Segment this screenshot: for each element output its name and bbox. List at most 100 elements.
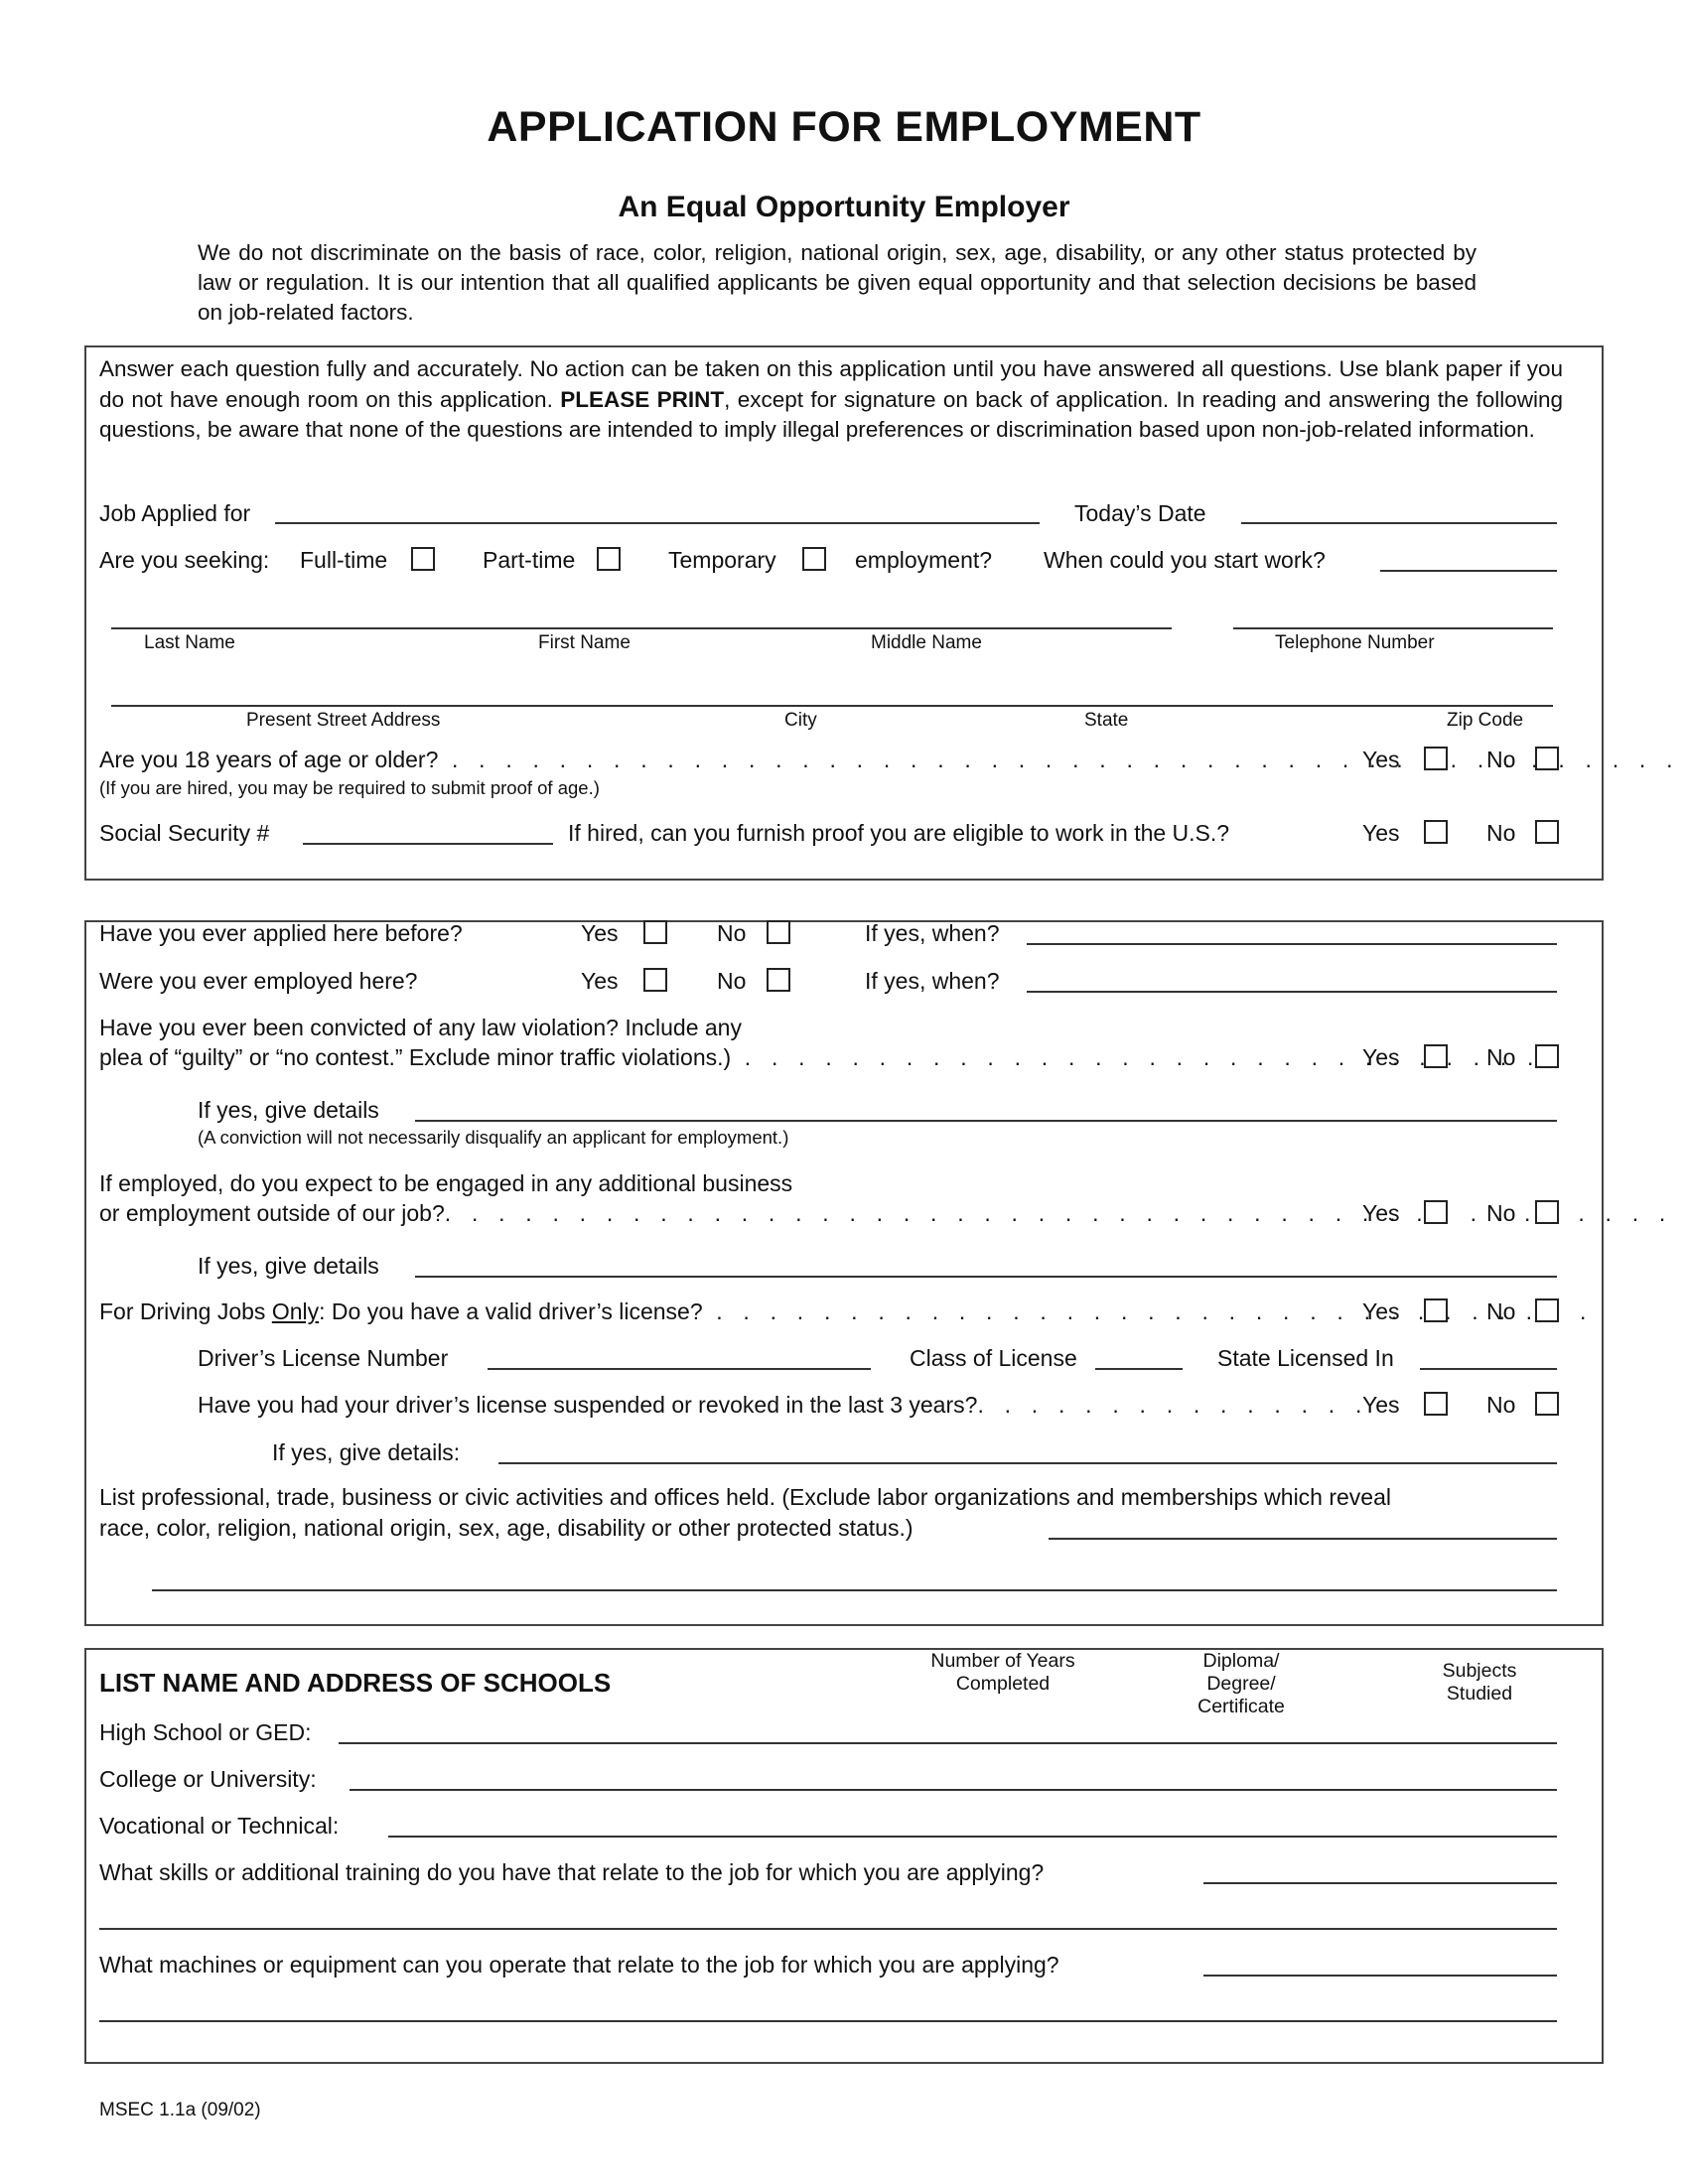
job-applied-label: Job Applied for bbox=[99, 500, 251, 526]
conviction-note: (A conviction will not necessarily disqu… bbox=[198, 1127, 789, 1148]
part-time-checkbox[interactable] bbox=[597, 547, 621, 571]
high-school-label: High School or GED: bbox=[99, 1719, 312, 1745]
eligible-no-checkbox[interactable] bbox=[1535, 820, 1559, 844]
vocational-field[interactable] bbox=[388, 1836, 1557, 1838]
license-no-label: No bbox=[1486, 1298, 1516, 1324]
state-licensed-field[interactable] bbox=[1420, 1368, 1557, 1370]
machines-field-cont[interactable] bbox=[99, 2020, 1557, 2022]
seeking-label: Are you seeking: bbox=[99, 547, 270, 573]
conviction-question-text: plea of “guilty” or “no contest.” Exclud… bbox=[99, 1044, 732, 1070]
eligible-yes-label: Yes bbox=[1362, 820, 1400, 846]
schools-heading: LIST NAME AND ADDRESS OF SCHOOLS bbox=[99, 1668, 612, 1698]
activities-field[interactable] bbox=[1049, 1538, 1557, 1540]
section-education bbox=[84, 1648, 1604, 2064]
outside-no-checkbox[interactable] bbox=[1535, 1200, 1559, 1224]
state-licensed-label: State Licensed In bbox=[1217, 1345, 1394, 1371]
leader-dots: . . . . . . . . . . . . . . . . . . . . … bbox=[702, 1298, 1594, 1324]
address-field[interactable] bbox=[111, 705, 1553, 707]
employed-when-field[interactable] bbox=[1027, 991, 1557, 993]
applied-no-label: No bbox=[717, 920, 747, 946]
outside-no-label: No bbox=[1486, 1200, 1516, 1226]
employed-yes-label: Yes bbox=[581, 968, 619, 994]
full-time-checkbox[interactable] bbox=[411, 547, 435, 571]
suspended-no-checkbox[interactable] bbox=[1535, 1392, 1559, 1416]
outside-yes-label: Yes bbox=[1362, 1200, 1400, 1226]
start-work-field[interactable] bbox=[1380, 570, 1557, 572]
applied-yes-checkbox[interactable] bbox=[643, 920, 667, 944]
vocational-label: Vocational or Technical: bbox=[99, 1813, 340, 1839]
outside-employment-line1: If employed, do you expect to be engaged… bbox=[99, 1170, 793, 1196]
todays-date-label: Today’s Date bbox=[1074, 500, 1206, 526]
age-no-checkbox[interactable] bbox=[1535, 747, 1559, 770]
conviction-details-label: If yes, give details bbox=[198, 1097, 379, 1123]
age-no-label: No bbox=[1486, 747, 1516, 772]
applied-no-checkbox[interactable] bbox=[767, 920, 790, 944]
license-number-field[interactable] bbox=[488, 1368, 871, 1370]
first-name-label: First Name bbox=[538, 632, 631, 653]
conviction-question-line1: Have you ever been convicted of any law … bbox=[99, 1015, 742, 1040]
employed-no-label: No bbox=[717, 968, 747, 994]
high-school-field[interactable] bbox=[339, 1742, 1557, 1744]
activities-field-cont[interactable] bbox=[152, 1589, 1557, 1591]
suspended-question: Have you had your driver’s license suspe… bbox=[198, 1391, 1369, 1419]
college-label: College or University: bbox=[99, 1766, 317, 1792]
instructions: Answer each question fully and accuratel… bbox=[99, 354, 1563, 446]
license-yes-label: Yes bbox=[1362, 1298, 1400, 1324]
temporary-checkbox[interactable] bbox=[802, 547, 826, 571]
name-field[interactable] bbox=[111, 627, 1172, 629]
telephone-field[interactable] bbox=[1233, 627, 1553, 629]
suspended-no-label: No bbox=[1486, 1392, 1516, 1418]
part-time-label: Part-time bbox=[483, 547, 576, 573]
applied-when-field[interactable] bbox=[1027, 943, 1557, 945]
suspended-details-field[interactable] bbox=[498, 1462, 1557, 1464]
diploma-header: Diploma/ Degree/ Certificate bbox=[1197, 1650, 1285, 1717]
outside-employment-text: or employment outside of our job? bbox=[99, 1200, 445, 1226]
suspended-details-label: If yes, give details: bbox=[272, 1439, 461, 1465]
driving-prefix: For Driving Jobs bbox=[99, 1298, 272, 1324]
driving-only-emphasis: Only bbox=[271, 1298, 320, 1324]
applied-before-question: Have you ever applied here before? bbox=[99, 920, 463, 946]
outside-yes-checkbox[interactable] bbox=[1424, 1200, 1448, 1224]
applied-yes-label: Yes bbox=[581, 920, 619, 946]
job-applied-field[interactable] bbox=[275, 522, 1040, 524]
age-yes-checkbox[interactable] bbox=[1424, 747, 1448, 770]
age-question: Are you 18 years of age or older? . . . … bbox=[99, 746, 1688, 773]
license-class-field[interactable] bbox=[1095, 1368, 1183, 1370]
skills-field[interactable] bbox=[1203, 1882, 1557, 1884]
activities-question-line1: List professional, trade, business or ci… bbox=[99, 1484, 1392, 1510]
conviction-no-label: No bbox=[1486, 1044, 1516, 1070]
eligibility-question: If hired, can you furnish proof you are … bbox=[568, 820, 1230, 846]
ssn-label: Social Security # bbox=[99, 820, 270, 846]
college-field[interactable] bbox=[350, 1789, 1557, 1791]
conviction-no-checkbox[interactable] bbox=[1535, 1044, 1559, 1068]
conviction-details-field[interactable] bbox=[415, 1120, 1557, 1122]
eligible-no-label: No bbox=[1486, 820, 1516, 846]
page-title: APPLICATION FOR EMPLOYMENT bbox=[487, 103, 1201, 151]
outside-employment-line2: or employment outside of our job?. . . .… bbox=[99, 1199, 1688, 1227]
employed-no-checkbox[interactable] bbox=[767, 968, 790, 992]
conviction-question-line2: plea of “guilty” or “no contest.” Exclud… bbox=[99, 1043, 1541, 1071]
outside-details-field[interactable] bbox=[415, 1276, 1557, 1278]
ssn-field[interactable] bbox=[303, 843, 553, 845]
suspended-yes-checkbox[interactable] bbox=[1424, 1392, 1448, 1416]
machines-field[interactable] bbox=[1203, 1975, 1557, 1977]
conviction-yes-label: Yes bbox=[1362, 1044, 1400, 1070]
employed-before-question: Were you ever employed here? bbox=[99, 968, 418, 994]
applied-when-label: If yes, when? bbox=[865, 920, 1000, 946]
telephone-label: Telephone Number bbox=[1275, 632, 1435, 653]
suspended-question-text: Have you had your driver’s license suspe… bbox=[198, 1392, 978, 1418]
license-no-checkbox[interactable] bbox=[1535, 1298, 1559, 1322]
eligible-yes-checkbox[interactable] bbox=[1424, 820, 1448, 844]
conviction-yes-checkbox[interactable] bbox=[1424, 1044, 1448, 1068]
middle-name-label: Middle Name bbox=[871, 632, 982, 653]
skills-question: What skills or additional training do yo… bbox=[99, 1859, 1045, 1885]
eeo-statement: We do not discriminate on the basis of r… bbox=[198, 240, 1477, 325]
employed-yes-checkbox[interactable] bbox=[643, 968, 667, 992]
subjects-studied-header: Subjects Studied bbox=[1442, 1660, 1517, 1705]
temporary-label: Temporary bbox=[668, 547, 776, 573]
city-label: City bbox=[784, 710, 817, 731]
skills-field-cont[interactable] bbox=[99, 1928, 1557, 1930]
license-yes-checkbox[interactable] bbox=[1424, 1298, 1448, 1322]
todays-date-field[interactable] bbox=[1241, 522, 1557, 524]
employed-when-label: If yes, when? bbox=[865, 968, 1000, 994]
